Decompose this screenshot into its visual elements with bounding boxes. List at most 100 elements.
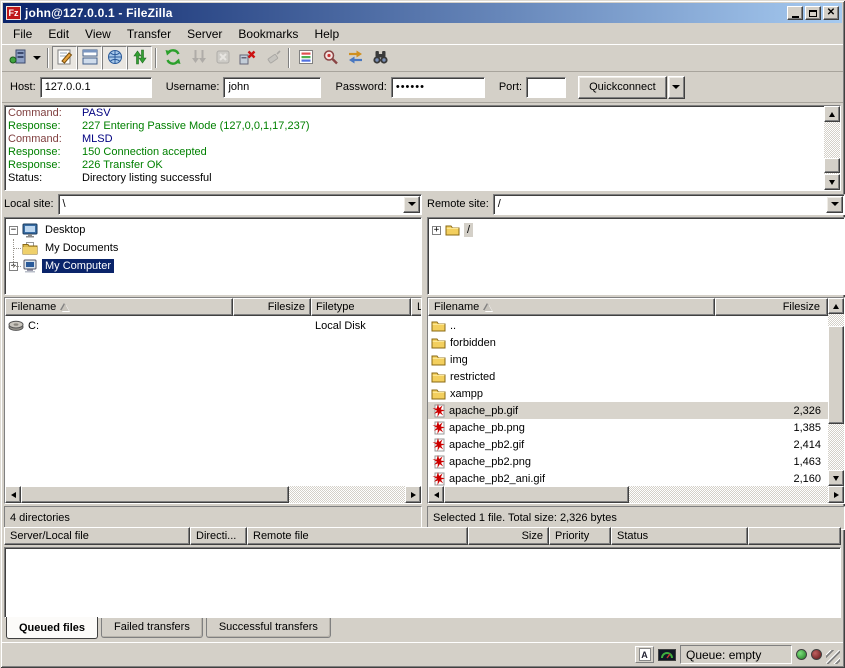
refresh-button[interactable] bbox=[160, 46, 185, 70]
column-header-remote-file[interactable]: Remote file bbox=[247, 527, 468, 545]
password-label: Password: bbox=[335, 81, 386, 93]
activity-led-green-icon bbox=[796, 649, 807, 660]
remote-row-parent-dir[interactable]: .. bbox=[428, 317, 828, 334]
remote-row-file[interactable]: apache_pb2_ani.gif 2,160 bbox=[428, 470, 828, 486]
toggle-local-tree-button[interactable] bbox=[77, 46, 102, 70]
toggle-transfer-queue-button[interactable] bbox=[127, 46, 152, 70]
tree-item-my-computer[interactable]: + My Computer bbox=[7, 257, 419, 275]
synchronized-browsing-button[interactable] bbox=[343, 46, 368, 70]
image-file-icon bbox=[431, 421, 445, 435]
column-header-filename[interactable]: Filename bbox=[5, 298, 233, 316]
password-input[interactable]: •••••• bbox=[391, 77, 485, 98]
column-header-direction[interactable]: Directi... bbox=[190, 527, 247, 545]
local-horizontal-scrollbar[interactable] bbox=[5, 486, 421, 503]
column-header-filetype[interactable]: Filetype bbox=[311, 298, 411, 316]
find-files-button[interactable] bbox=[368, 46, 393, 70]
cancel-button[interactable] bbox=[210, 46, 235, 70]
column-header-filesize[interactable]: Filesize bbox=[233, 298, 311, 316]
quickconnect-dropdown-button[interactable] bbox=[668, 76, 685, 99]
scroll-right-button[interactable] bbox=[828, 486, 844, 503]
filter-icon bbox=[298, 49, 314, 68]
reconnect-button[interactable] bbox=[260, 46, 285, 70]
quickconnect-button[interactable]: Quickconnect bbox=[578, 76, 667, 99]
remote-row-file-selected[interactable]: apache_pb.gif 2,326 bbox=[428, 402, 828, 419]
local-file-row-c-drive[interactable]: C: Local Disk bbox=[5, 317, 421, 334]
arrow-down-icon bbox=[829, 180, 835, 185]
local-site-dropdown-button[interactable] bbox=[403, 196, 420, 213]
host-input[interactable]: 127.0.0.1 bbox=[40, 77, 152, 98]
expand-icon[interactable]: + bbox=[432, 226, 441, 235]
menu-bookmarks[interactable]: Bookmarks bbox=[230, 25, 306, 43]
scroll-right-button[interactable] bbox=[405, 486, 421, 503]
menu-server[interactable]: Server bbox=[179, 25, 230, 43]
scrollbar-thumb[interactable] bbox=[828, 326, 844, 424]
activity-led-red-icon bbox=[811, 649, 822, 660]
scroll-left-button[interactable] bbox=[428, 486, 444, 503]
remote-row-folder[interactable]: restricted bbox=[428, 368, 828, 385]
file-panes: Local site: \ − Desktop bbox=[4, 193, 841, 524]
filter-button[interactable] bbox=[293, 46, 318, 70]
column-header-status[interactable]: Status bbox=[611, 527, 748, 545]
remote-row-file[interactable]: apache_pb2.gif 2,414 bbox=[428, 436, 828, 453]
queue-body[interactable] bbox=[4, 547, 841, 618]
remote-row-folder[interactable]: xampp bbox=[428, 385, 828, 402]
minimize-button[interactable] bbox=[787, 6, 803, 20]
menu-help[interactable]: Help bbox=[306, 25, 347, 43]
menu-transfer[interactable]: Transfer bbox=[119, 25, 179, 43]
scroll-up-button[interactable] bbox=[824, 106, 840, 122]
remote-row-folder[interactable]: forbidden bbox=[428, 334, 828, 351]
process-queue-button[interactable] bbox=[185, 46, 210, 70]
disconnect-button[interactable] bbox=[235, 46, 260, 70]
menu-edit[interactable]: Edit bbox=[40, 25, 77, 43]
remote-row-file[interactable]: apache_pb.png 1,385 bbox=[428, 419, 828, 436]
column-header-filesize[interactable]: Filesize bbox=[715, 298, 828, 316]
column-header-filename[interactable]: Filename bbox=[428, 298, 715, 316]
scrollbar-thumb[interactable] bbox=[21, 486, 289, 503]
local-site-combobox[interactable]: \ bbox=[58, 194, 422, 215]
scroll-down-button[interactable] bbox=[828, 470, 844, 486]
directory-comparison-button[interactable] bbox=[318, 46, 343, 70]
remote-row-folder[interactable]: img bbox=[428, 351, 828, 368]
tab-successful-transfers[interactable]: Successful transfers bbox=[206, 618, 331, 638]
close-button[interactable]: ✕ bbox=[823, 6, 839, 20]
collapse-icon[interactable]: − bbox=[9, 226, 18, 235]
arrow-up-icon bbox=[829, 112, 835, 117]
toggle-remote-tree-button[interactable] bbox=[102, 46, 127, 70]
username-input[interactable]: john bbox=[223, 77, 321, 98]
site-manager-button[interactable] bbox=[5, 46, 30, 70]
tree-item-my-documents[interactable]: My Documents bbox=[7, 239, 419, 257]
title-bar[interactable]: Fz john@127.0.0.1 - FileZilla ✕ bbox=[3, 3, 842, 23]
menu-view[interactable]: View bbox=[77, 25, 119, 43]
column-header-priority[interactable]: Priority bbox=[549, 527, 611, 545]
speed-limit-icon[interactable] bbox=[658, 649, 676, 661]
menu-file[interactable]: File bbox=[5, 25, 40, 43]
log-vertical-scrollbar[interactable] bbox=[824, 106, 840, 190]
transfer-type-indicator[interactable]: A bbox=[635, 646, 654, 663]
tab-failed-transfers[interactable]: Failed transfers bbox=[101, 618, 203, 638]
site-manager-dropdown-button[interactable] bbox=[30, 46, 44, 70]
remote-horizontal-scrollbar[interactable] bbox=[428, 486, 844, 503]
column-header-size[interactable]: Size bbox=[468, 527, 549, 545]
remote-site-dropdown-button[interactable] bbox=[826, 196, 843, 213]
scrollbar-thumb[interactable] bbox=[444, 486, 629, 503]
arrow-right-icon bbox=[834, 492, 839, 498]
menu-bar: File Edit View Transfer Server Bookmarks… bbox=[2, 24, 843, 44]
resize-grip[interactable] bbox=[826, 650, 840, 664]
remote-vertical-scrollbar[interactable] bbox=[828, 298, 844, 486]
tree-item-root[interactable]: + / bbox=[430, 221, 842, 239]
scrollbar-thumb[interactable] bbox=[824, 158, 840, 173]
folder-icon bbox=[431, 320, 446, 332]
scroll-down-button[interactable] bbox=[824, 174, 840, 190]
column-header-server-local-file[interactable]: Server/Local file bbox=[4, 527, 190, 545]
maximize-button[interactable] bbox=[805, 6, 821, 20]
remote-row-file[interactable]: apache_pb2.png 1,463 bbox=[428, 453, 828, 470]
scroll-up-button[interactable] bbox=[828, 298, 844, 314]
port-input[interactable] bbox=[526, 77, 566, 98]
remote-site-combobox[interactable]: / bbox=[493, 194, 845, 215]
tree-item-desktop[interactable]: − Desktop bbox=[7, 221, 419, 239]
column-header-lastmodified[interactable]: L bbox=[411, 298, 421, 316]
arrow-left-icon bbox=[11, 492, 16, 498]
toggle-message-log-button[interactable] bbox=[52, 46, 77, 70]
tab-queued-files[interactable]: Queued files bbox=[6, 617, 98, 639]
scroll-left-button[interactable] bbox=[5, 486, 21, 503]
